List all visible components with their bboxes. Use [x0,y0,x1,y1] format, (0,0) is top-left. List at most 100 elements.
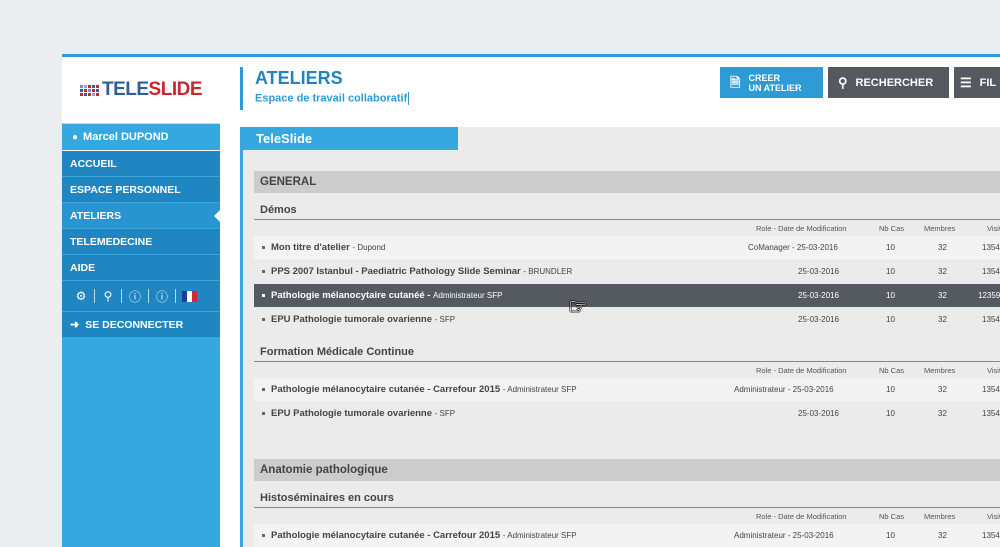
table-row-selected[interactable]: Pathologie mélanocytaire cutanéé - Admin… [254,284,1000,307]
row-title: Mon titre d'atelier [271,242,350,253]
row-role-date: Administrateur - 25-03-2016 [734,385,834,394]
row-title: EPU Pathologie tumorale ovarienne [271,408,433,419]
row-author: - BRUNDLER [523,267,573,276]
nav-aide[interactable]: AIDE [62,255,220,280]
search-icon[interactable]: ⚲ [95,289,121,303]
group-title[interactable]: Formation Médicale Continue [254,342,1000,362]
table-row[interactable]: Mon titre d'atelier - Dupond CoManager -… [254,236,1000,259]
col-membres[interactable]: Membres [924,366,955,375]
user-name: Marcel DUPOND [83,131,169,143]
col-nb-cas[interactable]: Nb Cas [879,366,904,375]
teleslide-logo[interactable]: TELESLIDE [79,79,203,101]
col-membres[interactable]: Membres [924,512,955,521]
create-workshop-button[interactable]: 🗎 CREER UN ATELIER [720,67,823,98]
bullet [262,533,265,537]
row-role-date: 25-03-2016 [798,291,839,300]
bullet [262,411,265,415]
section-header[interactable]: Anatomie pathologique [254,459,1000,481]
col-visits[interactable]: Visit [987,224,1000,233]
col-visits[interactable]: Visit [987,512,1000,521]
logout-icon: ➜ [70,319,80,331]
col-membres[interactable]: Membres [924,224,955,233]
table-row[interactable]: PPS 2007 Istanbul - Paediatric Pathology… [254,260,1000,283]
row-role-date: 25-03-2016 [798,315,839,324]
table-row[interactable]: EPU Pathologie tumorale ovarienne - SFP … [254,402,1000,425]
row-author: - SFP [434,315,456,324]
user-icon: ● [72,131,79,143]
row-title: EPU Pathologie tumorale ovarienne [271,314,433,325]
user-profile[interactable]: ● Marcel DUPOND [62,124,220,151]
table-row[interactable]: EPU Pathologie tumorale ovarienne - SFP … [254,308,1000,331]
filter-label: FIL [979,76,997,89]
group-title[interactable]: Démos [254,200,1000,220]
help-icon[interactable]: ⓘ [122,288,148,305]
settings-users-icon[interactable]: ⚙ [68,289,94,303]
row-title: PPS 2007 Istanbul - Paediatric Pathology… [271,266,521,277]
column-headers: Role - Date de Modification Nb Cas Membr… [254,220,1000,236]
row-author: - SFP [434,409,456,418]
logout-button[interactable]: ➜ SE DECONNECTER [62,312,220,337]
flag-fr-icon[interactable] [182,290,197,302]
col-role-date[interactable]: Role - Date de Modification [756,512,846,521]
row-role-date: CoManager - 25-03-2016 [748,243,838,252]
info-icon[interactable]: ⓘ [149,288,175,305]
row-cases: 10 [886,531,895,540]
row-role-date: Administrateur - 25-03-2016 [734,531,834,540]
row-cases: 10 [886,315,895,324]
page-header: ATELIERS Espace de travail collaboratif [240,67,410,110]
col-visits[interactable]: Visit [987,366,1000,375]
table-row[interactable]: Pathologie mélanocytaire cutanée - Carre… [254,378,1000,401]
filter-button[interactable]: ☰ FIL [954,67,1000,98]
group-title[interactable]: Histoséminaires en cours [254,488,1000,508]
row-author: - Administrateur SFP [502,531,577,540]
logout-label: SE DECONNECTER [85,318,184,331]
create-label-1: CREER [748,72,780,83]
tool-bar: ⚙ ⚲ ⓘ ⓘ [62,281,220,311]
col-role-date[interactable]: Role - Date de Modification [756,224,846,233]
row-members: 32 [938,243,947,252]
nav-accueil[interactable]: ACCUEIL [62,151,220,176]
row-role-date: 25-03-2016 [798,409,839,418]
nav-label: ESPACE PERSONNEL [70,183,181,196]
logo-mark-icon [79,84,99,96]
nav-label: AIDE [70,261,96,274]
add-document-icon: 🗎 [730,74,741,90]
nav-telemedecine[interactable]: TELEMEDECINE [62,229,220,254]
row-author: Administrateur SFP [433,291,503,300]
search-label: RECHERCHER [855,76,934,89]
create-label-2: UN ATELIER [748,82,802,93]
nav-espace-personnel[interactable]: ESPACE PERSONNEL [62,177,220,202]
col-nb-cas[interactable]: Nb Cas [879,512,904,521]
nav-label: ATELIERS [70,209,122,222]
col-role-date[interactable]: Role - Date de Modification [756,366,846,375]
search-button[interactable]: ⚲ RECHERCHER [828,67,949,98]
row-members: 32 [938,291,947,300]
row-visits: 1354 [982,243,1000,252]
row-cases: 10 [886,385,895,394]
table-row[interactable]: Pathologie mélanocytaire cutanée - Carre… [254,524,1000,547]
bullet [262,387,265,391]
text-caret [408,92,410,105]
column-headers: Role - Date de Modification Nb Cas Membr… [254,508,1000,524]
row-visits: 1354 [982,315,1000,324]
logo-area: TELESLIDE [62,57,220,124]
row-members: 32 [938,531,947,540]
row-members: 32 [938,267,947,276]
tab-teleslide[interactable]: TeleSlide [243,127,458,150]
row-title: Pathologie mélanocytaire cutanéé - [271,290,431,301]
section-header[interactable]: GENERAL [254,171,1000,193]
divider [175,289,176,303]
bullet [262,245,265,249]
nav-ateliers[interactable]: ATELIERS [62,203,220,228]
sliders-icon: ☰ [960,74,972,90]
content-panel: TeleSlide GENERAL Démos Role - Date de M… [240,127,1000,547]
bullet [262,317,265,321]
row-visits: 1354 [982,385,1000,394]
col-nb-cas[interactable]: Nb Cas [879,224,904,233]
row-visits: 1354 [982,267,1000,276]
row-cases: 10 [886,243,895,252]
row-members: 32 [938,315,947,324]
row-cases: 10 [886,291,895,300]
nav-label: TELEMEDECINE [70,235,153,248]
app-window: TELESLIDE ● Marcel DUPOND ACCUEIL ESPACE… [62,54,1000,547]
